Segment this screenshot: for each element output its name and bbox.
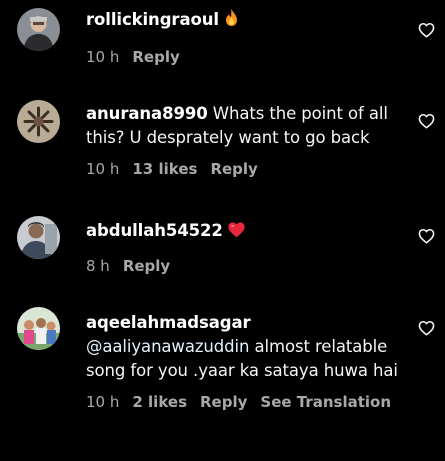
reply-button[interactable]: Reply — [210, 160, 257, 178]
reply-button[interactable]: Reply — [132, 48, 179, 66]
heart-outline-icon[interactable] — [418, 22, 436, 40]
timestamp: 10 h — [86, 393, 120, 411]
username[interactable]: rollickingraoul — [86, 10, 219, 29]
comment-meta: 10 h 2 likes Reply See Translation — [86, 392, 404, 412]
username[interactable]: abdullah54522 — [86, 221, 223, 240]
likes-count[interactable]: 2 likes — [132, 393, 187, 411]
comment-meta: 10 h Reply — [86, 47, 404, 67]
mention-link[interactable]: @aaliyanawazuddin — [86, 337, 249, 356]
username[interactable]: aqeelahmadsagar — [86, 313, 251, 332]
comment-meta: 8 h Reply — [86, 256, 404, 276]
heart-outline-icon[interactable] — [418, 320, 436, 338]
comment-text: abdullah54522 — [86, 219, 404, 245]
avatar[interactable] — [17, 100, 60, 143]
reply-button[interactable]: Reply — [123, 257, 170, 275]
likes-count[interactable]: 13 likes — [132, 160, 197, 178]
username[interactable]: anurana8990 — [86, 104, 208, 123]
comment-text: rollickingraoul — [86, 8, 404, 34]
timestamp: 8 h — [86, 257, 110, 275]
timestamp: 10 h — [86, 160, 120, 178]
comment-text: aqeelahmadsagar @aaliyanawazuddin almost … — [86, 311, 404, 383]
heart-outline-icon[interactable] — [418, 228, 436, 246]
red-heart-emoji-icon — [227, 221, 246, 245]
fire-emoji-icon — [223, 8, 240, 34]
reply-button[interactable]: Reply — [200, 393, 247, 411]
avatar[interactable] — [17, 8, 60, 51]
heart-outline-icon[interactable] — [418, 113, 436, 131]
comment-text: anurana8990 Whats the point of all this?… — [86, 102, 404, 150]
see-translation-button[interactable]: See Translation — [260, 393, 391, 411]
avatar[interactable] — [17, 216, 60, 259]
avatar[interactable] — [17, 307, 60, 350]
timestamp: 10 h — [86, 48, 120, 66]
comment-meta: 10 h 13 likes Reply — [86, 159, 404, 179]
